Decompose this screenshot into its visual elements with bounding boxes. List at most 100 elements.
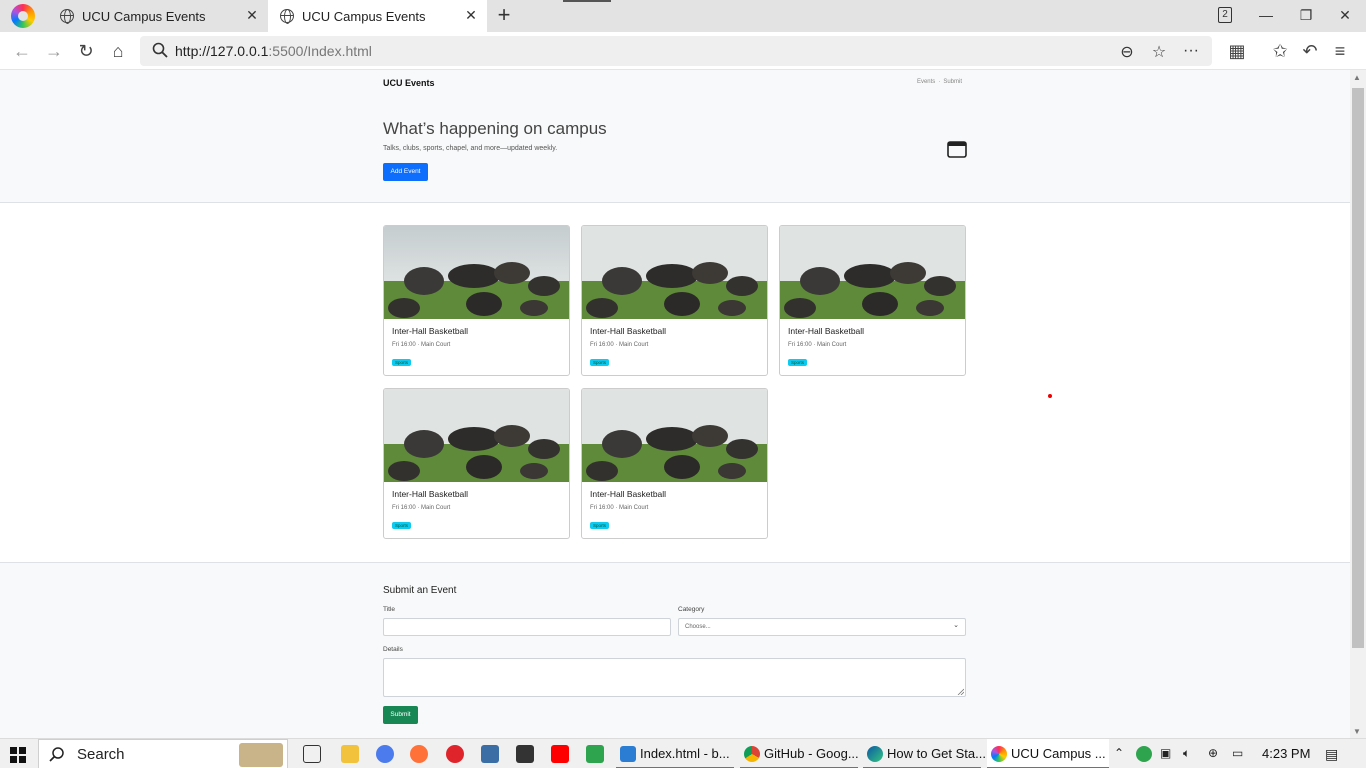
favorites-icon[interactable]: ✩ [1268,39,1292,63]
nav-link-submit[interactable]: Submit [943,79,962,85]
event-card[interactable]: Inter-Hall Basketball Fri 16:00 · Main C… [383,225,570,376]
title-input[interactable] [383,618,671,636]
maximize-button[interactable]: ❐ [1291,4,1321,26]
mouse-cursor-dot [1048,394,1052,398]
tray-chevron-up-icon[interactable]: ⌃ [1114,746,1124,760]
top-nav: Events · Submit [914,79,962,85]
event-image [384,389,569,482]
taskbar-app-edge[interactable]: How to Get Sta... [863,739,986,768]
file-explorer-icon[interactable] [341,745,359,763]
calendar-icon [947,141,967,158]
tab-close-icon[interactable]: ✕ [244,7,260,24]
add-event-button[interactable]: Add Event [383,163,428,181]
chevron-down-icon: ⌄ [953,622,959,629]
reload-button[interactable]: ↻ [74,39,98,63]
browser-logo-icon[interactable] [11,4,35,28]
submit-button[interactable]: Submit [383,706,418,724]
minimize-button[interactable]: — [1251,4,1281,26]
form-heading: Submit an Event [383,585,457,596]
web-page: UCU Events Events · Submit What’s happenin… [0,70,1350,738]
address-bar[interactable]: http://127.0.0.1:5500/Index.html ⊖ ☆ ··· [140,36,1212,66]
taskbar-app-browser-active[interactable]: UCU Campus ... [987,739,1109,768]
event-image [384,226,569,319]
more-icon[interactable]: ··· [1181,42,1201,60]
tab-title: UCU Campus Events [82,9,206,24]
youtube-icon[interactable] [551,745,569,763]
taskbar-app-label: How to Get Sta... [887,746,986,761]
taskbar-clock[interactable]: 4:23 PM [1262,746,1310,761]
details-textarea[interactable] [383,658,966,697]
event-title: Inter-Hall Basketball [392,489,469,499]
event-image [582,389,767,482]
resize-grip-icon[interactable] [957,688,964,695]
category-badge: Sports [590,359,610,366]
taskbar-app-label: UCU Campus ... [1011,746,1106,761]
bookmark-star-icon[interactable]: ☆ [1149,42,1169,62]
page-scrollbar[interactable]: ▲ ▼ [1350,70,1366,738]
camera-icon[interactable]: ▣ [1160,746,1171,760]
browser-toolbar: ← → ↻ ⌂ http://127.0.0.1:5500/Index.html… [0,32,1366,70]
undo-icon[interactable]: ↶ [1298,39,1322,63]
category-badge: Sports [392,522,412,529]
details-label: Details [383,646,403,653]
extensions-icon[interactable]: ▦ [1225,39,1249,63]
event-image [582,226,767,319]
tab-close-icon[interactable]: ✕ [463,7,479,24]
forward-button[interactable]: → [42,39,66,63]
zoom-icon[interactable]: ⊖ [1117,42,1137,62]
url-text[interactable]: http://127.0.0.1:5500/Index.html [175,43,372,59]
taskbar-app-chrome[interactable]: GitHub - Goog... [740,739,862,768]
taskbar-app-vscode[interactable]: Index.html - b... [616,739,738,768]
browser-tab-2-active[interactable]: UCU Campus Events ✕ [268,0,487,32]
camera-app-icon[interactable] [516,745,534,763]
taskbar-search-text: Search [77,746,125,763]
event-card[interactable]: Inter-Hall Basketball Fri 16:00 · Main C… [581,388,768,539]
menu-icon[interactable]: ≡ [1328,39,1352,63]
event-card[interactable]: Inter-Hall Basketball Fri 16:00 · Main C… [581,225,768,376]
back-button[interactable]: ← [10,39,34,63]
tab-count-icon[interactable]: 2 [1218,7,1232,23]
play-store-icon[interactable] [586,745,604,763]
tray-app-icon[interactable] [1136,746,1152,762]
search-highlight-icon [239,743,283,767]
scroll-thumb[interactable] [1352,88,1364,648]
edge-icon [867,746,883,762]
category-selected-value: Choose... [685,624,711,630]
browser-app-icon [991,746,1007,762]
scroll-up-arrow-icon[interactable]: ▲ [1353,73,1361,82]
browser-tab-1[interactable]: UCU Campus Events ✕ [48,0,268,32]
vscode-icon [620,746,636,762]
firefox-icon[interactable] [410,745,428,763]
event-meta: Fri 16:00 · Main Court [392,342,451,348]
keyboard-app-icon[interactable] [481,745,499,763]
event-meta: Fri 16:00 · Main Court [788,342,847,348]
category-select[interactable]: Choose... ⌄ [678,618,966,636]
search-icon [49,747,64,762]
site-brand[interactable]: UCU Events [383,78,435,88]
event-card[interactable]: Inter-Hall Basketball Fri 16:00 · Main C… [779,225,966,376]
language-globe-icon[interactable]: ⊕ [1208,746,1218,760]
home-button[interactable]: ⌂ [106,39,130,63]
battery-icon[interactable]: ▭ [1232,746,1243,760]
event-title: Inter-Hall Basketball [590,326,667,336]
nav-link-events[interactable]: Events [917,79,935,85]
opera-icon[interactable] [446,745,464,763]
url-path: :5500/Index.html [268,43,372,59]
globe-icon [60,9,74,24]
copilot-icon[interactable] [376,745,394,763]
notifications-icon[interactable]: ▤ [1325,746,1338,763]
category-badge: Sports [788,359,808,366]
tab-title: UCU Campus Events [302,9,426,24]
event-meta: Fri 16:00 · Main Court [392,505,451,511]
task-view-icon[interactable] [303,745,321,763]
volume-icon[interactable]: 🔈︎ [1183,746,1190,761]
scroll-down-arrow-icon[interactable]: ▼ [1353,727,1361,736]
close-window-button[interactable]: ✕ [1330,4,1360,26]
event-card[interactable]: Inter-Hall Basketball Fri 16:00 · Main C… [383,388,570,539]
windows-start-icon[interactable] [10,747,26,763]
new-tab-button[interactable]: + [493,4,515,26]
taskbar-search-box[interactable]: Search [38,739,288,768]
globe-icon [280,9,294,24]
event-meta: Fri 16:00 · Main Court [590,342,649,348]
title-label: Title [383,606,396,613]
